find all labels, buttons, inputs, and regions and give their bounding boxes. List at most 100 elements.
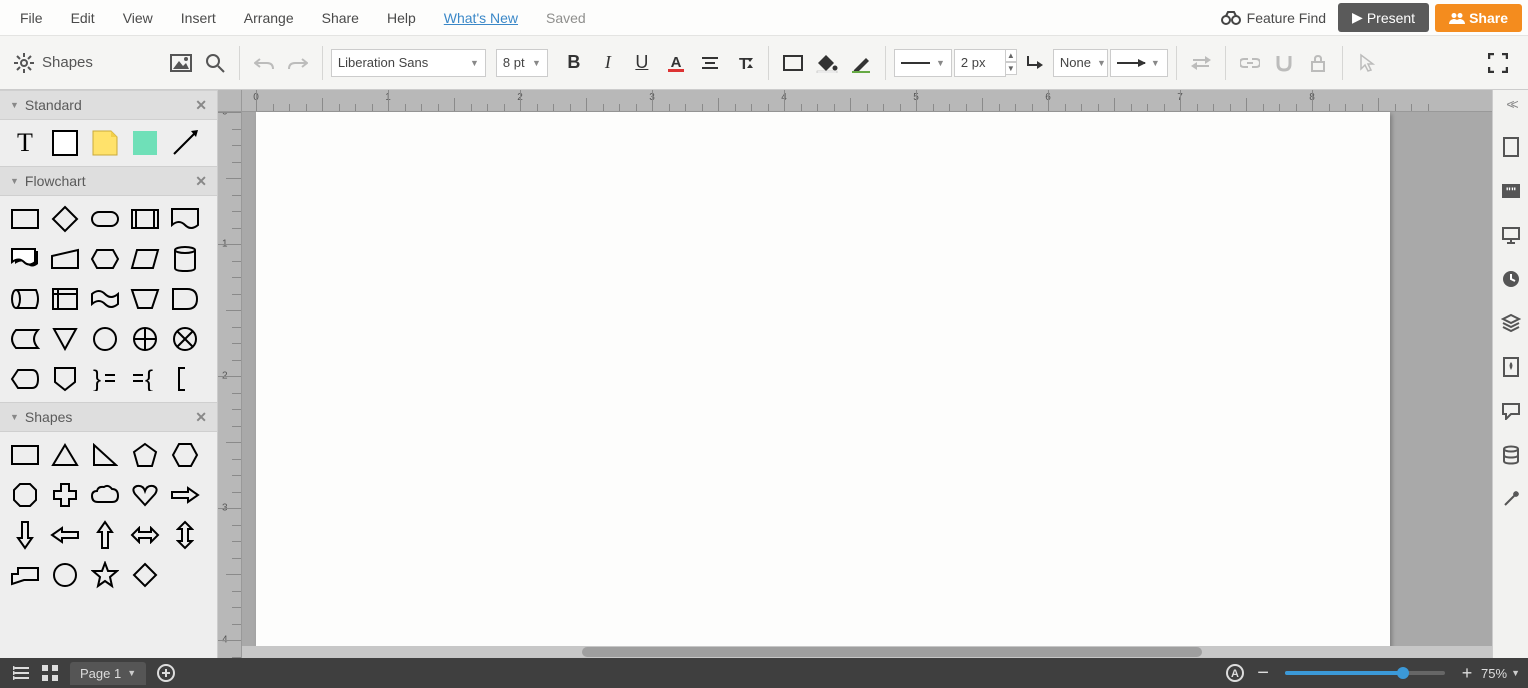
comments-panel-icon[interactable]: ""	[1498, 178, 1524, 204]
outline-view-button[interactable]	[8, 659, 36, 687]
line-width-input[interactable]: 2 px	[954, 49, 1006, 77]
add-page-button[interactable]	[152, 659, 180, 687]
shape-data[interactable]	[128, 242, 162, 276]
shape-cross[interactable]	[48, 478, 82, 512]
line-routing-button[interactable]	[1019, 47, 1051, 79]
present-button[interactable]: ▶ Present	[1338, 3, 1429, 32]
shape-callout[interactable]	[8, 558, 42, 592]
search-icon[interactable]	[199, 47, 231, 79]
arrow-end-dropdown[interactable]: ▼	[1110, 49, 1168, 77]
shape-star[interactable]	[88, 558, 122, 592]
layers-panel-icon[interactable]	[1498, 310, 1524, 336]
category-header-shapes[interactable]: ▼ Shapes ✕	[0, 402, 217, 432]
close-category-button[interactable]: ✕	[195, 409, 207, 426]
zoom-level-dropdown[interactable]: 75% ▼	[1481, 666, 1520, 681]
category-header-flowchart[interactable]: ▼ Flowchart ✕	[0, 166, 217, 196]
shape-brace-left[interactable]: {	[128, 362, 162, 396]
accessibility-button[interactable]: A	[1221, 659, 1249, 687]
menu-share[interactable]: Share	[308, 10, 373, 26]
grid-view-button[interactable]	[36, 659, 64, 687]
shape-right-triangle[interactable]	[88, 438, 122, 472]
stepper-up-icon[interactable]: ▲	[1005, 49, 1017, 62]
cursor-icon[interactable]	[1351, 47, 1383, 79]
shape-predefined[interactable]	[128, 202, 162, 236]
arrow-start-dropdown[interactable]: None ▼	[1053, 49, 1108, 77]
shape-cloud[interactable]	[88, 478, 122, 512]
shape-hotspot[interactable]	[128, 126, 162, 160]
data-panel-icon[interactable]	[1498, 442, 1524, 468]
fill-color-button[interactable]	[811, 47, 843, 79]
chat-panel-icon[interactable]	[1498, 398, 1524, 424]
shape-arrow-up[interactable]	[88, 518, 122, 552]
shape-arrow-left[interactable]	[48, 518, 82, 552]
shape-pentagon[interactable]	[128, 438, 162, 472]
magic-panel-icon[interactable]	[1498, 486, 1524, 512]
shape-block[interactable]	[48, 126, 82, 160]
category-header-standard[interactable]: ▼ Standard ✕	[0, 90, 217, 120]
menu-whats-new[interactable]: What's New	[430, 10, 532, 26]
shape-direct-data[interactable]	[8, 282, 42, 316]
history-panel-icon[interactable]	[1498, 266, 1524, 292]
menu-arrange[interactable]: Arrange	[230, 10, 308, 26]
shape-arrow-leftright[interactable]	[128, 518, 162, 552]
menu-edit[interactable]: Edit	[57, 10, 109, 26]
shape-stored-data[interactable]	[8, 322, 42, 356]
collapse-dock-button[interactable]: <<	[1506, 96, 1514, 112]
close-category-button[interactable]: ✕	[195, 97, 207, 114]
shape-octagon[interactable]	[8, 478, 42, 512]
shape-offpage[interactable]	[48, 362, 82, 396]
theme-panel-icon[interactable]	[1498, 354, 1524, 380]
text-align-button[interactable]	[694, 47, 726, 79]
horizontal-scrollbar[interactable]	[242, 646, 1492, 658]
shape-diamond[interactable]	[128, 558, 162, 592]
shape-preparation[interactable]	[88, 242, 122, 276]
shape-document[interactable]	[168, 202, 202, 236]
italic-button[interactable]: I	[592, 47, 624, 79]
shape-note-bracket[interactable]	[168, 362, 202, 396]
font-family-dropdown[interactable]: Liberation Sans ▼	[331, 49, 486, 77]
zoom-slider[interactable]	[1285, 671, 1445, 675]
lock-button[interactable]	[1302, 47, 1334, 79]
shape-merge[interactable]	[48, 322, 82, 356]
line-color-button[interactable]	[845, 47, 877, 79]
shape-manual-operation[interactable]	[128, 282, 162, 316]
line-style-dropdown[interactable]: ▼	[894, 49, 952, 77]
feature-find-button[interactable]: Feature Find	[1209, 10, 1338, 26]
shape-display[interactable]	[8, 362, 42, 396]
shape-circle[interactable]	[48, 558, 82, 592]
menu-file[interactable]: File	[6, 10, 57, 26]
shape-arrow-updown[interactable]	[168, 518, 202, 552]
page-panel-icon[interactable]	[1498, 134, 1524, 160]
shape-delay[interactable]	[168, 282, 202, 316]
close-category-button[interactable]: ✕	[195, 173, 207, 190]
menu-help[interactable]: Help	[373, 10, 430, 26]
swap-ends-button[interactable]	[1185, 47, 1217, 79]
text-color-button[interactable]: A	[660, 47, 692, 79]
zoom-thumb[interactable]	[1397, 667, 1409, 679]
link-button[interactable]	[1234, 47, 1266, 79]
magnet-button[interactable]	[1268, 47, 1300, 79]
shape-multidoc[interactable]	[8, 242, 42, 276]
canvas[interactable]: 012345678 01234	[218, 90, 1492, 658]
shape-arrow-right[interactable]	[168, 478, 202, 512]
menu-view[interactable]: View	[109, 10, 167, 26]
shape-connector[interactable]	[88, 322, 122, 356]
shape-summing[interactable]	[168, 322, 202, 356]
share-button[interactable]: Share	[1435, 4, 1522, 32]
zoom-out-button[interactable]: −	[1249, 659, 1277, 687]
shape-manual-input[interactable]	[48, 242, 82, 276]
shape-line[interactable]	[168, 126, 202, 160]
page-surface[interactable]	[256, 112, 1390, 658]
shape-or[interactable]	[128, 322, 162, 356]
gear-icon[interactable]	[14, 53, 34, 73]
shape-brace-right[interactable]: }	[88, 362, 122, 396]
menu-insert[interactable]: Insert	[167, 10, 230, 26]
undo-button[interactable]	[248, 47, 280, 79]
shape-heart[interactable]	[128, 478, 162, 512]
redo-button[interactable]	[282, 47, 314, 79]
line-width-stepper[interactable]: ▲ ▼	[1005, 49, 1017, 77]
shape-process[interactable]	[8, 202, 42, 236]
fullscreen-button[interactable]	[1482, 47, 1514, 79]
bold-button[interactable]: B	[558, 47, 590, 79]
shape-text[interactable]: T	[8, 126, 42, 160]
